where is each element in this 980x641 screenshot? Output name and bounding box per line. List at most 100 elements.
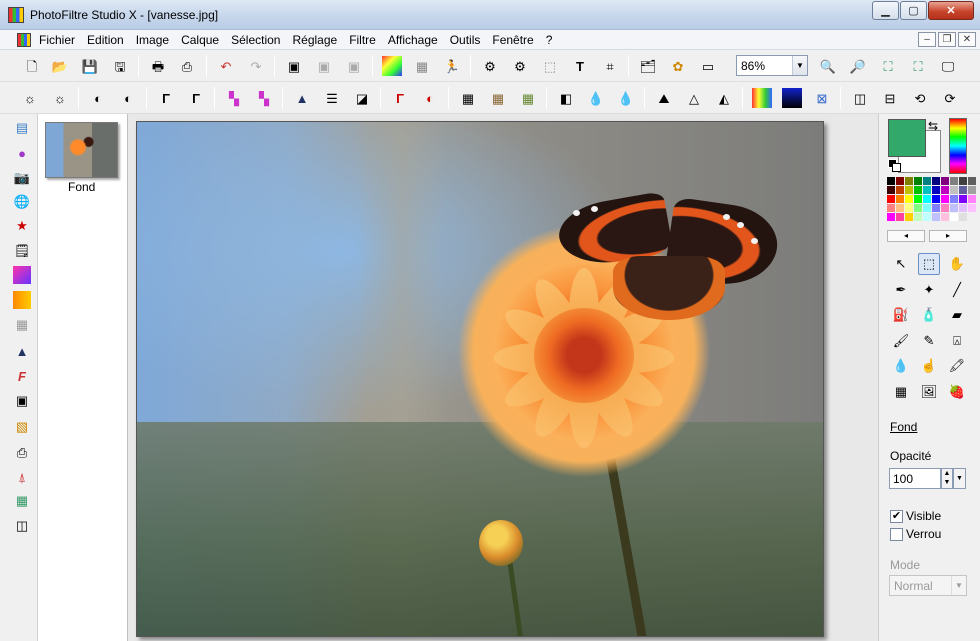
menu-outils[interactable]: Outils xyxy=(450,33,481,47)
lock-checkbox-row[interactable]: Verrou xyxy=(890,527,941,541)
blur-icon[interactable]: 💧 xyxy=(586,88,606,108)
crop-icon[interactable]: ⌗ xyxy=(600,56,620,76)
flip-horizontal-icon[interactable]: ◫ xyxy=(850,88,870,108)
auto-gamma-icon[interactable]: Γ xyxy=(390,88,410,108)
curves-icon[interactable]: ☰ xyxy=(322,88,342,108)
actual-size-icon[interactable]: ⛶ xyxy=(878,56,898,76)
pointer-icon[interactable]: ↖ xyxy=(890,253,912,275)
gradient-icon[interactable] xyxy=(752,88,772,108)
close-button[interactable]: ✕ xyxy=(928,1,974,20)
camera-icon[interactable]: 📷 xyxy=(13,169,31,187)
batch-icon[interactable]: ⚙ xyxy=(510,56,530,76)
reset-colors-icon[interactable] xyxy=(888,159,901,172)
menu-image[interactable]: Image xyxy=(136,33,169,47)
globe-icon[interactable]: 🌐 xyxy=(13,193,31,211)
image-canvas[interactable] xyxy=(136,121,824,637)
menu-selection[interactable]: Sélection xyxy=(231,33,280,47)
menu-filtre[interactable]: Filtre xyxy=(349,33,376,47)
sharpen-icon[interactable]: 💧 xyxy=(616,88,636,108)
gamma-minus-icon[interactable]: Γ xyxy=(156,88,176,108)
menu-fichier[interactable]: Fichier xyxy=(39,33,75,47)
text-icon[interactable]: T xyxy=(570,56,590,76)
clone-icon[interactable]: 🖍 xyxy=(946,355,968,377)
menu-affichage[interactable]: Affichage xyxy=(388,33,438,47)
compare-icon[interactable]: ◫ xyxy=(13,517,31,535)
sky-gradient-icon[interactable] xyxy=(782,88,802,108)
swap-colors-icon[interactable]: ⇆ xyxy=(928,119,938,133)
magic-wand-icon[interactable]: ✦ xyxy=(918,279,940,301)
levels-icon[interactable]: ▲ xyxy=(292,88,312,108)
visible-checkbox[interactable]: ✔ xyxy=(890,509,903,523)
menu-edition[interactable]: Edition xyxy=(87,33,124,47)
advanced-brush-icon[interactable]: ✎ xyxy=(918,330,940,352)
zoom-in-icon[interactable]: 🔍 xyxy=(818,56,838,76)
plugin-icon[interactable]: ✿ xyxy=(668,56,688,76)
print-icon[interactable]: 🖶 xyxy=(148,56,168,76)
opacity-input[interactable]: 100 xyxy=(889,468,941,489)
copy-image-icon[interactable]: ▣ xyxy=(284,56,304,76)
layer-thumbnail[interactable] xyxy=(45,122,118,178)
calculator-icon[interactable]: ▤ xyxy=(13,119,31,137)
orange-gradient-icon[interactable] xyxy=(13,291,31,309)
emboss-icon[interactable]: ⛰ xyxy=(654,88,674,108)
fullscreen-icon[interactable]: 🖵 xyxy=(938,56,958,76)
menu-help[interactable]: ? xyxy=(546,33,553,47)
redo-icon[interactable]: ↷ xyxy=(246,56,266,76)
menu-reglage[interactable]: Réglage xyxy=(292,33,337,47)
thumbnail-grid-icon[interactable]: ▦ xyxy=(13,492,31,510)
eraser-icon[interactable]: ▰ xyxy=(946,304,968,326)
transparency-icon[interactable]: ▦ xyxy=(13,316,31,334)
script-icon[interactable]: ⚙ xyxy=(480,56,500,76)
rotate-right-icon[interactable]: ⟳ xyxy=(940,88,960,108)
active-layer-name[interactable]: Fond xyxy=(890,420,917,434)
palette-next-button[interactable]: ▸ xyxy=(929,230,967,242)
save-icon[interactable]: 💾 xyxy=(80,56,100,76)
doc-close-button[interactable]: ✕ xyxy=(958,32,976,47)
gradient-tool-icon[interactable] xyxy=(13,266,31,284)
save-as-icon[interactable]: 🖫 xyxy=(110,56,130,76)
smudge-icon[interactable]: ☝ xyxy=(918,355,940,377)
scanner-icon[interactable]: ⎙ xyxy=(13,444,31,462)
color-palette[interactable] xyxy=(887,177,976,221)
frame-icon[interactable]: ⊠ xyxy=(812,88,832,108)
gamma-plus-icon[interactable]: Γ xyxy=(186,88,206,108)
undo-icon[interactable]: ↶ xyxy=(216,56,236,76)
document-menu-icon[interactable] xyxy=(17,33,31,47)
saturation-plus-icon[interactable]: ▚ xyxy=(254,88,274,108)
brightness-plus-icon[interactable]: ☼ xyxy=(50,88,70,108)
color-spectrum[interactable] xyxy=(949,118,967,174)
brightness-minus-icon[interactable]: ☼ xyxy=(20,88,40,108)
open-folder-icon[interactable]: 📂 xyxy=(50,56,70,76)
fit-window-icon[interactable]: ⛶ xyxy=(908,56,928,76)
frame-tool-icon[interactable]: ▣ xyxy=(13,392,31,410)
zoom-out-icon[interactable]: 🔎 xyxy=(848,56,868,76)
sphere-icon[interactable]: ● xyxy=(13,144,31,162)
hand-icon[interactable]: ✋ xyxy=(946,253,968,275)
scan-icon[interactable]: ⎙ xyxy=(177,56,197,76)
app-icon[interactable] xyxy=(8,7,24,23)
contrast-minus-icon[interactable]: ◐ xyxy=(88,88,108,108)
zoom-select[interactable]: 86% ▼ xyxy=(736,55,808,76)
spray-icon[interactable]: 🧴 xyxy=(918,304,940,326)
grayscale-icon[interactable]: ◧ xyxy=(556,88,576,108)
selection-icon[interactable]: ⬚ xyxy=(918,253,940,275)
menu-calque[interactable]: Calque xyxy=(181,33,219,47)
strawberry-icon[interactable]: 🍓 xyxy=(946,381,968,403)
flip-vertical-icon[interactable]: ⊟ xyxy=(880,88,900,108)
auto-contrast-icon[interactable]: ◐ xyxy=(420,88,440,108)
window-icon[interactable]: ▭ xyxy=(698,56,718,76)
color-palette-icon[interactable] xyxy=(382,56,402,76)
opacity-dropdown[interactable]: ▼ xyxy=(953,468,966,489)
invert-icon[interactable]: ◪ xyxy=(352,88,372,108)
mosaic-icon[interactable]: ▦ xyxy=(458,88,478,108)
deform-icon[interactable]: ▦ xyxy=(890,381,912,403)
stamp-icon[interactable]: ⍓ xyxy=(946,330,968,352)
stamp-tool-icon[interactable]: ⍋ xyxy=(13,469,31,487)
triangle-icon[interactable]: △ xyxy=(684,88,704,108)
lock-checkbox[interactable] xyxy=(890,527,903,541)
line-icon[interactable]: ╱ xyxy=(946,279,968,301)
histogram-icon[interactable]: ▲ xyxy=(13,342,31,360)
texture-icon[interactable]: ▦ xyxy=(488,88,508,108)
new-file-icon[interactable]: 🗋 xyxy=(22,56,42,76)
mode-select[interactable]: Normal ▼ xyxy=(889,575,967,596)
